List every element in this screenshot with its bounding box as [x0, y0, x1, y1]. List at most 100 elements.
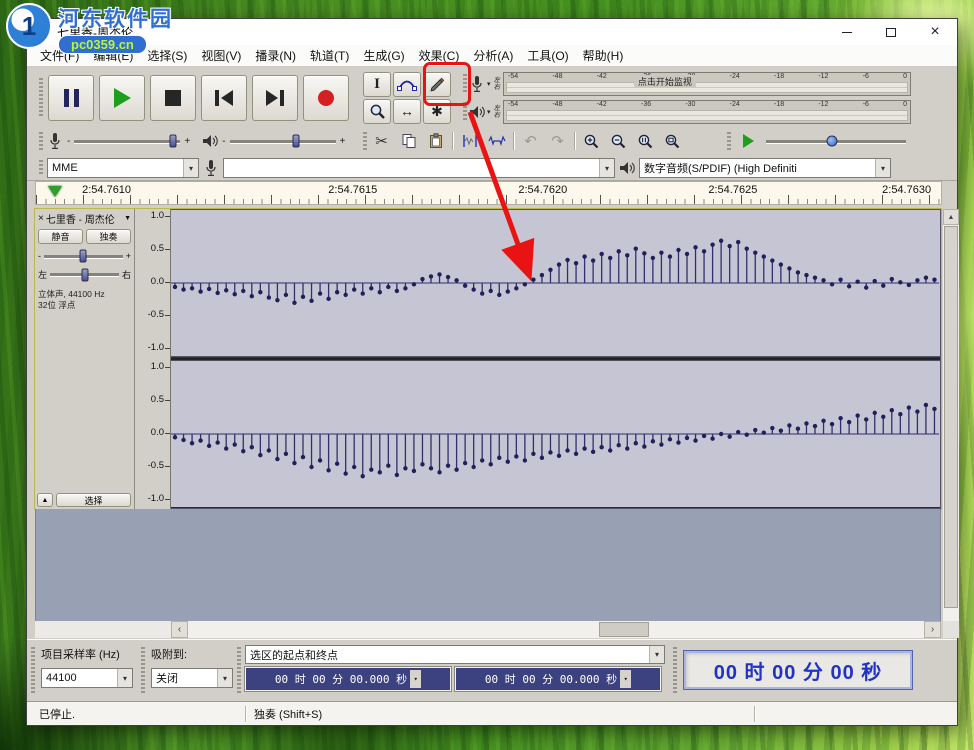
skip-to-start-button[interactable] — [201, 75, 247, 121]
collapse-track-button[interactable]: ▲ — [37, 493, 53, 507]
snap-to-select[interactable]: 关闭 ▾ — [151, 668, 233, 688]
mute-button[interactable]: 静音 — [38, 229, 83, 244]
vertical-scroll-thumb[interactable] — [944, 226, 958, 608]
scroll-up-arrow[interactable]: ▲ — [943, 209, 959, 225]
record-button[interactable] — [303, 75, 349, 121]
selection-mode-select[interactable]: 选区的起点和终点 ▾ — [245, 645, 665, 664]
slider-thumb[interactable] — [81, 268, 88, 281]
chevron-down-icon[interactable]: ▾ — [620, 670, 631, 688]
toolbar-grip[interactable] — [727, 132, 731, 150]
track-select-button[interactable]: 选择 — [56, 493, 131, 507]
track-title[interactable]: 七里香 - 周杰伦 — [46, 211, 122, 226]
zoom-out-icon — [610, 133, 627, 150]
chevron-down-icon[interactable]: ▾ — [410, 670, 421, 688]
audio-host-value: MME — [52, 162, 78, 174]
maximize-button[interactable] — [869, 19, 913, 45]
site-url: pc0359.cn — [58, 35, 147, 54]
quick-play-pin-icon[interactable] — [48, 186, 62, 197]
menu-item-7[interactable]: 效果(C) — [412, 47, 467, 64]
paste-button[interactable] — [423, 130, 448, 152]
trim-audio-button[interactable] — [457, 130, 482, 152]
fit-selection-button[interactable] — [633, 130, 658, 152]
toolbar-grip[interactable] — [141, 647, 145, 695]
empty-track-area[interactable] — [35, 509, 941, 621]
minimize-button[interactable] — [825, 19, 869, 45]
draw-tool-button[interactable] — [423, 72, 451, 97]
zoom-out-button[interactable] — [606, 130, 631, 152]
menu-item-9[interactable]: 工具(O) — [520, 47, 575, 64]
play-button[interactable] — [99, 75, 145, 121]
zoom-in-button[interactable] — [579, 130, 604, 152]
timeline-time-label: 2:54.7610 — [82, 184, 131, 196]
toolbar-grip[interactable] — [39, 132, 43, 150]
selection-start-field[interactable]: 00 时 00 分 00.000 秒 ▾ — [245, 667, 451, 691]
toolbar-grip[interactable] — [463, 102, 467, 122]
audio-position-display[interactable]: 00 时 00 分 00 秒 — [683, 650, 913, 690]
horizontal-scrollbar[interactable]: ‹ › — [35, 621, 941, 638]
multi-tool-button[interactable]: ✱ — [423, 99, 451, 124]
pan-left-label: 左 — [38, 268, 47, 281]
zoom-tool-button[interactable] — [363, 99, 391, 124]
close-button[interactable]: × — [913, 19, 957, 45]
toolbar-grip[interactable] — [31, 647, 35, 695]
selection-start-value: 00 时 00 分 00.000 秒 — [275, 671, 407, 687]
redo-button[interactable]: ↷ — [545, 130, 570, 152]
fit-project-button[interactable] — [660, 130, 685, 152]
slider-thumb[interactable] — [169, 135, 176, 148]
selection-tool-button[interactable]: I — [363, 72, 391, 97]
skip-to-end-button[interactable] — [252, 75, 298, 121]
recording-meter[interactable]: -54-48-42-36-30-24-18-12-60 点击开始监视 — [503, 72, 911, 96]
recording-volume-slider[interactable] — [74, 140, 180, 143]
horizontal-scroll-thumb[interactable] — [599, 622, 649, 637]
skip-start-icon — [215, 90, 233, 106]
slider-thumb[interactable] — [80, 250, 87, 263]
toolbar-grip[interactable] — [237, 647, 241, 695]
vertical-scrollbar[interactable]: ▲ ▼ — [943, 209, 959, 638]
menu-item-8[interactable]: 分析(A) — [466, 47, 520, 64]
toolbar-grip[interactable] — [363, 132, 367, 150]
time-shift-tool-button[interactable]: ↔ — [393, 99, 421, 124]
slider-thumb[interactable] — [826, 136, 837, 147]
playback-meter[interactable]: -54-48-42-36-30-24-18-12-60 — [503, 100, 911, 124]
right-channel-waveform[interactable] — [171, 361, 940, 507]
recording-device-select[interactable]: ▾ — [223, 158, 615, 178]
silence-audio-button[interactable] — [484, 130, 509, 152]
meter-tick-label: -12 — [818, 73, 828, 80]
timeline-ruler[interactable]: 2:54.76102:54.76152:54.76202:54.76252:54… — [35, 181, 942, 205]
pan-slider[interactable] — [50, 273, 119, 276]
menu-item-3[interactable]: 视图(V) — [194, 47, 248, 64]
envelope-tool-button[interactable] — [393, 72, 421, 97]
scroll-left-arrow[interactable]: ‹ — [171, 621, 188, 638]
cut-button[interactable]: ✂ — [369, 130, 394, 152]
selection-end-field[interactable]: 00 时 00 分 00.000 秒 ▾ — [455, 667, 661, 691]
stop-button[interactable] — [150, 75, 196, 121]
scroll-right-arrow[interactable]: › — [924, 621, 941, 638]
project-rate-select[interactable]: 44100 ▾ — [41, 668, 133, 688]
solo-button[interactable]: 独奏 — [86, 229, 131, 244]
toolbar-grip[interactable] — [39, 160, 43, 177]
toolbar-grip[interactable] — [39, 78, 43, 119]
menu-item-6[interactable]: 生成(G) — [356, 47, 411, 64]
timeline-time-label: 2:54.7630 — [882, 184, 931, 196]
undo-button[interactable]: ↶ — [518, 130, 543, 152]
play-at-speed-button[interactable] — [736, 130, 761, 152]
toolbar-grip[interactable] — [673, 647, 677, 695]
playback-device-select[interactable]: 数字音频(S/PDIF) (High Definiti ▾ — [639, 158, 891, 178]
menu-item-10[interactable]: 帮助(H) — [576, 47, 631, 64]
playback-speed-slider[interactable] — [766, 140, 906, 143]
playback-volume-slider[interactable] — [230, 140, 336, 143]
audio-host-select[interactable]: MME ▾ — [47, 158, 199, 178]
menu-item-4[interactable]: 播录(N) — [248, 47, 303, 64]
track-close-button[interactable]: × — [38, 214, 44, 224]
slider-thumb[interactable] — [293, 135, 300, 148]
menu-item-5[interactable]: 轨道(T) — [303, 47, 356, 64]
horizontal-scroll-track[interactable]: ‹ › — [171, 621, 941, 638]
gain-slider[interactable] — [44, 255, 123, 258]
toolbar-grip[interactable] — [463, 74, 467, 94]
track-menu-icon[interactable]: ▼ — [124, 215, 131, 222]
left-channel-waveform[interactable] — [171, 210, 940, 356]
copy-button[interactable] — [396, 130, 421, 152]
pause-button[interactable] — [48, 75, 94, 121]
meter-dropdown-icon[interactable]: ▾ — [487, 80, 491, 88]
meter-dropdown-icon[interactable]: ▾ — [487, 108, 491, 116]
